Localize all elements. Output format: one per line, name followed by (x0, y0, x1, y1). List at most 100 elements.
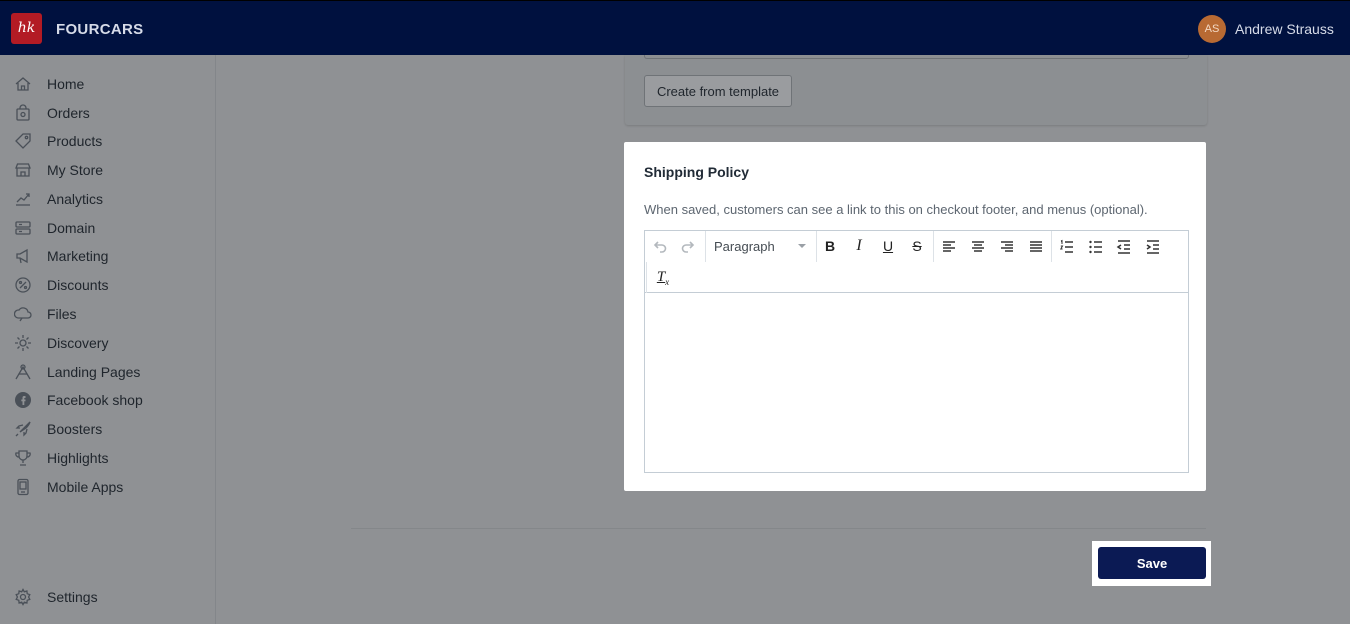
align-justify-button[interactable] (1024, 234, 1048, 258)
toolbar-separator (1051, 231, 1052, 262)
home-icon (14, 75, 32, 93)
sidebar-item-label: Boosters (47, 421, 103, 437)
sidebar-item-label: Landing Pages (47, 364, 141, 380)
underline-icon: U (882, 238, 894, 254)
sidebar-item-domain[interactable]: Domain (0, 214, 215, 242)
paragraph-format-select[interactable]: Paragraph (706, 231, 816, 262)
sidebar-item-label: Orders (47, 105, 90, 121)
align-left-icon (941, 238, 957, 254)
card-description: When saved, customers can see a link to … (644, 202, 1148, 217)
sidebar-item-boosters[interactable]: Boosters (0, 415, 215, 443)
domain-icon (14, 219, 32, 237)
sidebar-item-settings[interactable]: Settings (0, 583, 215, 611)
strikethrough-icon: S (912, 238, 922, 254)
marketing-icon (14, 247, 32, 265)
sidebar-item-files[interactable]: Files (0, 300, 215, 328)
strikethrough-button[interactable]: S (905, 234, 929, 258)
card-title: Shipping Policy (644, 164, 750, 180)
analytics-icon (14, 190, 32, 208)
previous-policy-editor[interactable] (644, 55, 1189, 59)
sidebar-item-products[interactable]: Products (0, 127, 215, 155)
sidebar-item-label: Files (47, 306, 77, 322)
create-from-template-button[interactable]: Create from template (644, 75, 792, 107)
redo-button[interactable] (676, 234, 700, 258)
store-name: FOURCARS (56, 21, 144, 38)
sidebar-item-discovery[interactable]: Discovery (0, 329, 215, 357)
undo-icon (652, 238, 668, 254)
bold-button[interactable]: B (818, 234, 842, 258)
numbered-list-button[interactable] (1055, 234, 1079, 258)
brand-logo[interactable]: hk (11, 13, 42, 44)
toolbar-separator (816, 231, 817, 262)
align-right-button[interactable] (995, 234, 1019, 258)
redo-icon (680, 238, 696, 254)
bulleted-list-button[interactable] (1084, 234, 1108, 258)
sidebar-item-highlights[interactable]: Highlights (0, 444, 215, 472)
sidebar: Home Orders Products My Store Analytics … (0, 55, 216, 624)
italic-button[interactable]: I (847, 234, 871, 258)
italic-icon: I (856, 237, 862, 254)
numbered-list-icon (1059, 238, 1075, 254)
landing-pages-icon (14, 363, 32, 381)
sidebar-item-label: Home (47, 76, 85, 92)
underline-button[interactable]: U (876, 234, 900, 258)
sidebar-item-label: Marketing (47, 248, 109, 264)
sidebar-item-label: Settings (47, 589, 98, 605)
tag-icon (14, 132, 32, 150)
sidebar-item-mobile-apps[interactable]: Mobile Apps (0, 473, 215, 501)
editor-content-area[interactable] (645, 293, 1188, 472)
sidebar-item-label: Discounts (47, 277, 109, 293)
bulleted-list-icon (1088, 238, 1104, 254)
bold-icon: B (824, 238, 836, 254)
discount-icon (14, 276, 32, 294)
rocket-icon (14, 420, 32, 438)
align-justify-icon (1028, 238, 1044, 254)
discovery-icon (14, 334, 32, 352)
align-center-button[interactable] (966, 234, 990, 258)
trophy-icon (14, 449, 32, 467)
toolbar-separator (646, 262, 647, 293)
sidebar-item-facebook-shop[interactable]: Facebook shop (0, 386, 215, 414)
rich-text-editor: Paragraph B I U S Tx (644, 230, 1189, 473)
sidebar-item-marketing[interactable]: Marketing (0, 242, 215, 270)
align-center-icon (970, 238, 986, 254)
clear-formatting-button[interactable]: Tx (651, 265, 675, 289)
save-button-highlight: Save (1092, 541, 1211, 586)
sidebar-item-label: My Store (47, 162, 104, 178)
sidebar-item-label: Facebook shop (47, 392, 143, 408)
shipping-policy-card: Shipping Policy When saved, customers ca… (624, 142, 1206, 491)
sidebar-item-label: Domain (47, 220, 96, 236)
sidebar-item-label: Mobile Apps (47, 479, 124, 495)
avatar[interactable]: AS (1198, 15, 1226, 43)
sidebar-item-home[interactable]: Home (0, 70, 215, 98)
sidebar-item-label: Products (47, 133, 103, 149)
sidebar-item-label: Highlights (47, 450, 109, 466)
gear-icon (14, 588, 32, 606)
outdent-button[interactable] (1112, 234, 1136, 258)
align-left-button[interactable] (937, 234, 961, 258)
store-icon (14, 161, 32, 179)
sidebar-item-analytics[interactable]: Analytics (0, 185, 215, 213)
align-right-icon (999, 238, 1015, 254)
files-icon (14, 305, 32, 323)
orders-icon (14, 104, 32, 122)
footer-divider (351, 528, 1206, 529)
indent-icon (1145, 238, 1161, 255)
undo-button[interactable] (648, 234, 672, 258)
editor-toolbar: Paragraph B I U S Tx (645, 231, 1188, 293)
clear-formatting-icon: Tx (656, 269, 670, 287)
sidebar-item-landing-pages[interactable]: Landing Pages (0, 358, 215, 386)
mobile-icon (14, 478, 32, 496)
sidebar-item-discounts[interactable]: Discounts (0, 271, 215, 299)
outdent-icon (1116, 238, 1132, 255)
top-bar: hk FOURCARS AS Andrew Strauss (0, 0, 1350, 55)
sidebar-item-label: Analytics (47, 191, 104, 207)
facebook-icon (14, 391, 32, 409)
sidebar-item-my-store[interactable]: My Store (0, 156, 215, 184)
sidebar-item-label: Discovery (47, 335, 109, 351)
save-button[interactable]: Save (1098, 547, 1206, 579)
sidebar-item-orders[interactable]: Orders (0, 99, 215, 127)
toolbar-separator (933, 231, 934, 262)
user-name[interactable]: Andrew Strauss (1235, 21, 1334, 37)
indent-button[interactable] (1141, 234, 1165, 258)
